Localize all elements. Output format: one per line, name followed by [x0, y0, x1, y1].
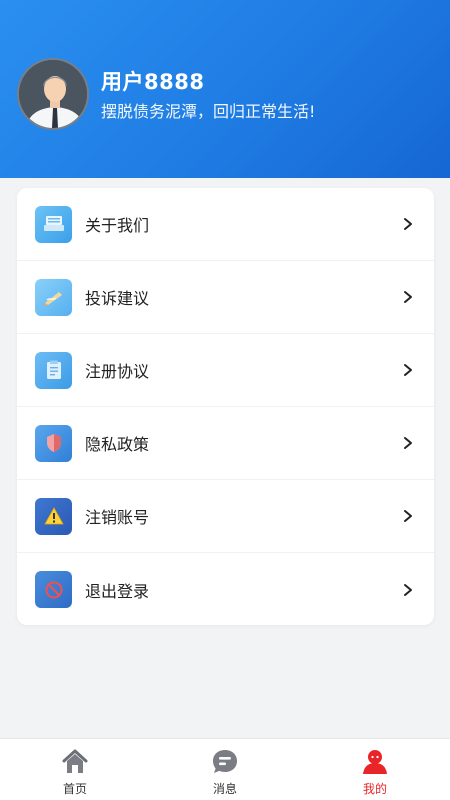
chevron-right-icon	[404, 437, 412, 449]
user-slogan: 摆脱债务泥潭，回归正常生活!	[101, 102, 316, 121]
menu-label: 隐私政策	[85, 435, 150, 454]
avatar[interactable]	[17, 58, 89, 130]
about-us-icon	[35, 205, 72, 243]
home-icon	[62, 749, 88, 773]
tab-messages[interactable]: 消息	[150, 739, 300, 800]
menu-item-privacy[interactable]: 隐私政策	[17, 407, 434, 480]
menu-item-delete-account[interactable]: 注销账号	[17, 480, 434, 553]
menu-label: 投诉建议	[85, 289, 150, 308]
tab-home[interactable]: 首页	[0, 739, 150, 800]
logout-icon	[35, 571, 72, 608]
message-icon	[213, 750, 237, 773]
menu-label: 关于我们	[85, 216, 150, 235]
bottom-tab-bar: 首页 消息 我的	[0, 738, 450, 800]
profile-header: 用户8888 摆脱债务泥潭，回归正常生活!	[0, 0, 450, 178]
menu-label: 注册协议	[85, 362, 150, 381]
menu-item-agreement[interactable]: 注册协议	[17, 334, 434, 407]
username: 用户8888	[101, 70, 205, 94]
tab-label: 消息	[212, 782, 237, 796]
settings-menu: 关于我们 投诉建议 注册协议 隐私政策 注销账号 退出登录	[17, 188, 434, 625]
warning-icon	[35, 497, 72, 535]
chevron-right-icon	[404, 218, 412, 230]
menu-item-feedback[interactable]: 投诉建议	[17, 261, 434, 334]
menu-label: 注销账号	[85, 508, 150, 527]
privacy-shield-icon	[35, 424, 72, 462]
tab-mine[interactable]: 我的	[300, 739, 450, 800]
feedback-icon	[35, 278, 72, 316]
chevron-right-icon	[404, 510, 412, 522]
tab-label: 我的	[362, 782, 387, 796]
menu-label: 退出登录	[85, 581, 150, 601]
menu-item-about-us[interactable]: 关于我们	[17, 188, 434, 261]
menu-item-logout[interactable]: 退出登录	[17, 553, 434, 626]
chevron-right-icon	[404, 291, 412, 303]
chevron-right-icon	[404, 583, 412, 596]
agreement-icon	[35, 351, 72, 389]
chevron-right-icon	[404, 364, 412, 376]
tab-label: 首页	[62, 782, 87, 796]
user-icon	[363, 750, 387, 774]
